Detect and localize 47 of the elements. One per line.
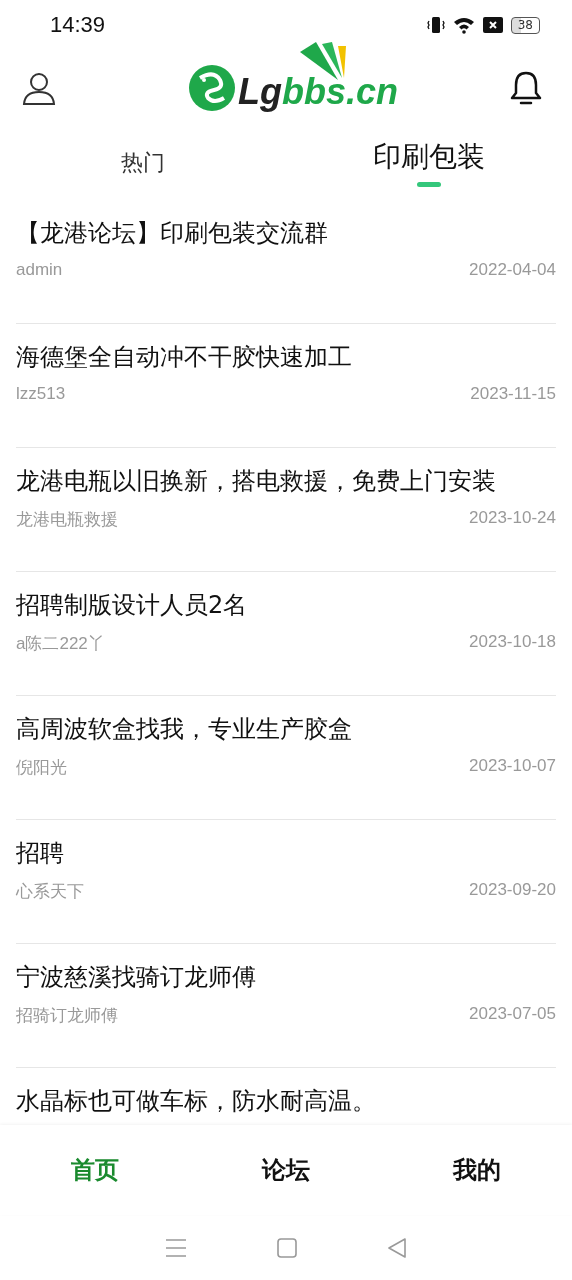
post-title: 招聘制版设计人员2名 [16, 590, 249, 621]
post-item[interactable]: 【龙港论坛】印刷包装交流群 admin 2022-04-04 [16, 200, 556, 324]
logo-text: Lgbbs.cn [238, 71, 398, 112]
post-author: 招骑订龙师傅 [16, 1005, 118, 1027]
post-date: 2023-10-24 [469, 508, 556, 529]
back-icon[interactable] [387, 1237, 407, 1258]
vibrate-icon [426, 15, 445, 35]
post-title: 招聘 [16, 838, 65, 869]
post-title: 高周波软盒找我，专业生产胶盒 [16, 714, 353, 745]
tab-indicator [417, 182, 441, 187]
nav-tab[interactable]: 我的 [381, 1125, 572, 1215]
post-author: admin [16, 260, 63, 280]
nav-tab[interactable]: 首页 [0, 1125, 191, 1215]
category-tab[interactable]: 印刷包装 [373, 138, 485, 176]
post-author: 龙港电瓶救援 [16, 509, 118, 531]
post-date: 2023-10-18 [469, 632, 556, 653]
post-item[interactable]: 招聘 心系天下 2023-09-20 [16, 820, 556, 944]
dragon-logo-icon [188, 63, 236, 112]
post-title: 水晶标也可做车标，防水耐高温。 [16, 1086, 377, 1117]
post-title: 宁波慈溪找骑订龙师傅 [16, 962, 257, 993]
post-item[interactable]: 高周波软盒找我，专业生产胶盒 倪阳光 2023-10-07 [16, 696, 556, 820]
post-author: 心系天下 [16, 881, 84, 903]
post-date: 2022-04-04 [469, 260, 556, 280]
post-item[interactable]: 龙港电瓶以旧换新，搭电救援，免费上门安装 龙港电瓶救援 2023-10-24 [16, 448, 556, 572]
user-icon[interactable] [22, 70, 56, 105]
category-tab[interactable]: 热门 [121, 147, 165, 178]
post-title: 【龙港论坛】印刷包装交流群 [16, 218, 329, 249]
post-title: 龙港电瓶以旧换新，搭电救援，免费上门安装 [16, 466, 497, 497]
post-date: 2023-11-15 [470, 384, 556, 404]
post-date: 2023-10-07 [469, 756, 556, 777]
post-author: a陈二222丫 [16, 633, 105, 655]
post-date: 2023-09-20 [469, 880, 556, 901]
status-time: 14:39 [50, 12, 106, 38]
menu-icon[interactable] [165, 1237, 187, 1258]
post-author: lzz513 [16, 384, 66, 404]
nav-tab[interactable]: 论坛 [190, 1125, 382, 1215]
post-title: 海德堡全自动冲不干胶快速加工 [16, 342, 353, 373]
post-date: 2023-07-05 [469, 1004, 556, 1025]
post-item[interactable]: 宁波慈溪找骑订龙师傅 招骑订龙师傅 2023-07-05 [16, 944, 556, 1068]
home-icon[interactable] [277, 1237, 297, 1258]
post-item[interactable]: 海德堡全自动冲不干胶快速加工 lzz513 2023-11-15 [16, 324, 556, 448]
bell-icon[interactable] [510, 69, 542, 106]
post-item[interactable]: 招聘制版设计人员2名 a陈二222丫 2023-10-18 [16, 572, 556, 696]
no-sim-icon [482, 16, 503, 34]
post-author: 倪阳光 [16, 757, 67, 779]
wifi-icon [452, 16, 475, 34]
battery-indicator: 38 [510, 16, 540, 34]
